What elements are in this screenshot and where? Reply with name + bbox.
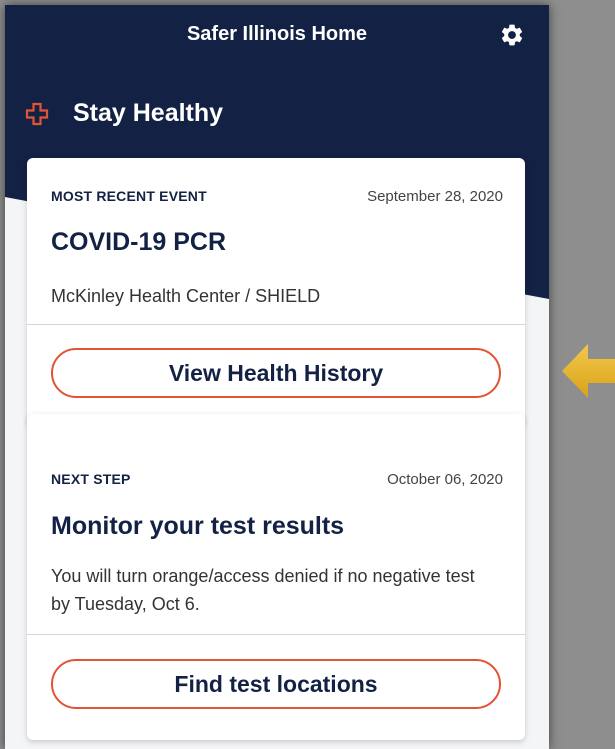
arrow-left-icon [560, 338, 615, 404]
view-health-history-button[interactable]: View Health History [51, 348, 501, 398]
medical-cross-icon [25, 102, 49, 126]
find-test-locations-button[interactable]: Find test locations [51, 659, 501, 709]
next-step-card: NEXT STEP October 06, 2020 Monitor your … [27, 414, 525, 740]
divider [27, 324, 525, 325]
divider [27, 634, 525, 635]
card-body: McKinley Health Center / SHIELD [51, 286, 321, 306]
card-label: MOST RECENT EVENT [51, 188, 207, 204]
recent-event-card: MOST RECENT EVENT September 28, 2020 COV… [27, 158, 525, 426]
section-title: Stay Healthy [73, 99, 224, 127]
header-title: Safer Illinois Home [186, 23, 368, 45]
card-label: NEXT STEP [51, 471, 131, 487]
card-title: COVID-19 PCR [51, 228, 227, 256]
app-screen: Safer Illinois Home Stay Healthy MOST RE… [5, 5, 549, 749]
card-date: October 06, 2020 [387, 471, 503, 488]
header-bar: Safer Illinois Home [5, 5, 549, 77]
gear-icon[interactable] [499, 22, 525, 48]
card-date: September 28, 2020 [367, 188, 503, 205]
card-title: Monitor your test results [51, 512, 345, 540]
card-body: You will turn orange/access denied if no… [51, 566, 475, 614]
